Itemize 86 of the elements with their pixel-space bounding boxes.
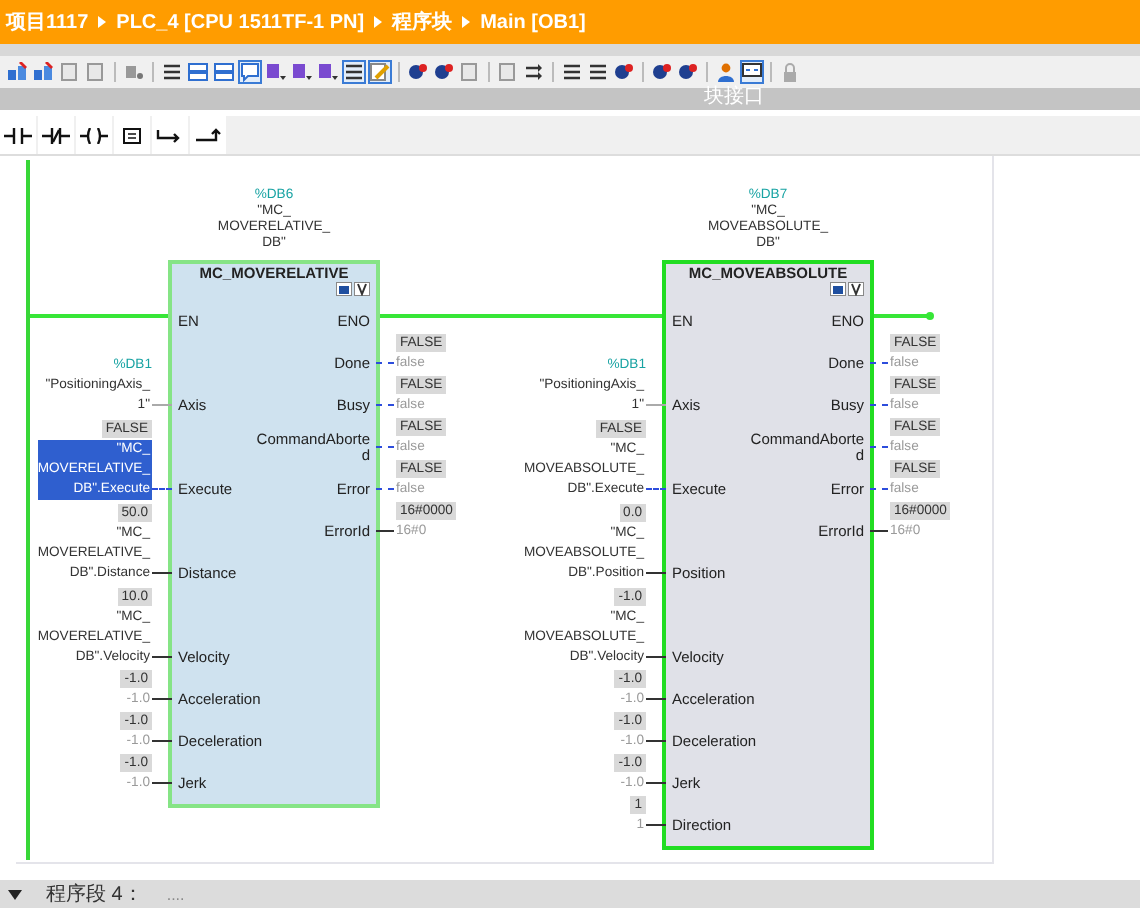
rung-wire xyxy=(874,314,930,318)
toolbar-button[interactable] xyxy=(740,60,764,84)
wire xyxy=(376,362,394,364)
ladder-tool-button[interactable] xyxy=(76,116,112,154)
breadcrumb-item[interactable]: 项目1117 xyxy=(6,8,89,36)
empty-box-icon xyxy=(118,127,146,143)
toolbar-button[interactable] xyxy=(650,60,674,84)
chevron-icon xyxy=(98,16,107,28)
arrows-icon xyxy=(524,62,544,82)
breadcrumb-item[interactable]: Main [OB1] xyxy=(480,11,586,33)
network-icon xyxy=(34,62,54,82)
wire xyxy=(152,488,172,490)
wire xyxy=(376,488,394,490)
collapse-triangle-icon[interactable] xyxy=(8,889,22,899)
wire xyxy=(152,656,172,658)
status-icon xyxy=(614,62,634,82)
wire xyxy=(646,824,666,826)
dropdown-icon xyxy=(292,62,312,82)
person-icon xyxy=(716,62,736,82)
status-icon xyxy=(652,62,672,82)
toolbar-button[interactable] xyxy=(432,60,456,84)
rung-wire xyxy=(30,314,168,318)
wire xyxy=(376,404,394,406)
chevron-icon xyxy=(374,16,383,28)
wire xyxy=(376,446,394,448)
wire xyxy=(152,404,172,406)
toolbar-button[interactable] xyxy=(522,60,546,84)
pen-icon xyxy=(370,62,390,82)
dropdown-icon xyxy=(266,62,286,82)
chevron-icon xyxy=(462,16,471,28)
monitor-icon xyxy=(742,62,762,82)
toolbar-button[interactable] xyxy=(612,60,636,84)
window-icon[interactable] xyxy=(336,282,352,296)
wire xyxy=(646,572,666,574)
ladder-tool-button[interactable] xyxy=(190,116,226,154)
wire xyxy=(152,698,172,700)
status-icon xyxy=(678,62,698,82)
network-icon xyxy=(8,62,28,82)
network-comment[interactable]: .... xyxy=(166,885,185,903)
panel-title: 块接口 xyxy=(704,86,764,108)
function-block[interactable] xyxy=(168,260,380,808)
ladder-tool-button[interactable] xyxy=(152,116,188,154)
coil-icon xyxy=(80,127,108,143)
list-icon xyxy=(562,62,582,82)
wire xyxy=(870,446,888,448)
list-icon xyxy=(588,62,608,82)
list-icon xyxy=(344,62,364,82)
negated-contact-icon xyxy=(42,127,70,143)
wire xyxy=(870,404,888,406)
toolbar-button[interactable] xyxy=(586,60,610,84)
wire xyxy=(870,488,888,490)
wire xyxy=(152,782,172,784)
status-icon xyxy=(434,62,454,82)
breadcrumb-item[interactable]: 程序块 xyxy=(392,8,453,36)
breadcrumb-item[interactable]: PLC_4 [CPU 1511TF-1 PN] xyxy=(116,11,365,33)
wire xyxy=(646,740,666,742)
lock-icon xyxy=(780,62,800,82)
ladder-tool-button[interactable] xyxy=(0,116,36,154)
wire xyxy=(646,698,666,700)
wire xyxy=(152,740,172,742)
toolbar-button[interactable] xyxy=(560,60,584,84)
window-icon[interactable] xyxy=(830,282,846,296)
function-block[interactable] xyxy=(662,260,874,850)
wire xyxy=(646,782,666,784)
toolbar-button[interactable] xyxy=(406,60,430,84)
toolbar-button[interactable] xyxy=(676,60,700,84)
wire xyxy=(376,530,394,532)
toolbar-button[interactable] xyxy=(342,60,366,84)
wire xyxy=(646,404,666,406)
close-branch-icon xyxy=(194,127,222,143)
wire xyxy=(646,488,666,490)
toolbar-button[interactable] xyxy=(160,60,184,84)
rung-end-dot xyxy=(926,312,934,320)
speech-bubble-icon xyxy=(240,62,260,82)
dropdown-icon xyxy=(318,62,338,82)
contact-icon xyxy=(4,127,32,143)
list-icon xyxy=(162,62,182,82)
status-icon xyxy=(408,62,428,82)
wire xyxy=(646,656,666,658)
wire xyxy=(870,530,888,532)
open-branch-icon xyxy=(156,127,184,143)
ladder-tool-button[interactable] xyxy=(38,116,74,154)
wire xyxy=(152,572,172,574)
wire xyxy=(870,362,888,364)
network-title: 程序段 4： xyxy=(46,881,143,908)
ladder-tool-button[interactable] xyxy=(114,116,150,154)
